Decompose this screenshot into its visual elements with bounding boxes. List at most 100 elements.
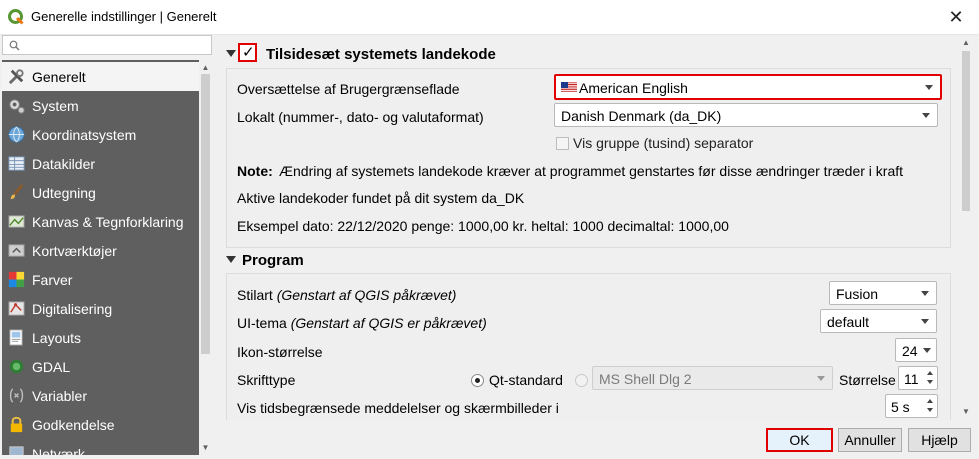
theme-label: UI-tema (Genstart af QGIS er påkrævet) bbox=[237, 315, 487, 331]
sidebar-item-label: Generelt bbox=[32, 69, 86, 85]
icon-size-combo[interactable]: 24 bbox=[895, 338, 937, 362]
palette-icon bbox=[8, 271, 25, 288]
sidebar-item-godkendelse[interactable]: Godkendelse bbox=[2, 410, 199, 439]
sidebar-item-label: Udtegning bbox=[32, 185, 96, 201]
sidebar-item-label: Netværk bbox=[32, 446, 85, 455]
program-section-header[interactable]: Program bbox=[220, 245, 958, 275]
canvas-icon bbox=[8, 215, 25, 228]
us-flag-icon bbox=[561, 82, 577, 93]
group-separator-label: Vis gruppe (tusind) separator bbox=[573, 135, 754, 151]
translation-value: American English bbox=[579, 80, 688, 96]
sidebar-item-koordinatsystem[interactable]: Koordinatsystem bbox=[2, 120, 199, 149]
sidebar-item-generelt[interactable]: Generelt bbox=[2, 62, 199, 91]
custom-font-radio[interactable] bbox=[575, 374, 588, 387]
globe-icon bbox=[8, 126, 25, 143]
font-family-value: MS Shell Dlg 2 bbox=[599, 371, 692, 387]
sidebar-item-layouts[interactable]: Layouts bbox=[2, 323, 199, 352]
sidebar-scrollbar[interactable]: ▲ ▼ bbox=[199, 60, 212, 455]
sidebar-item-datakilder[interactable]: Datakilder bbox=[2, 149, 199, 178]
sidebar-item-farver[interactable]: Farver bbox=[2, 265, 199, 294]
active-locales-text: Aktive landekoder fundet på dit system d… bbox=[237, 190, 525, 206]
search-box[interactable] bbox=[2, 35, 212, 55]
spin-up-icon[interactable] bbox=[925, 368, 936, 378]
timeout-label: Vis tidsbegrænsede meddelelser og skærmb… bbox=[237, 400, 559, 416]
sidebar-item-label: Variabler bbox=[32, 388, 87, 404]
sidebar-item-variabler[interactable]: Variabler bbox=[2, 381, 199, 410]
sidebar-scroll-thumb[interactable] bbox=[201, 74, 210, 354]
font-label: Skrifttype bbox=[237, 372, 296, 388]
sidebar-item-kortvaerktoejer[interactable]: Kortværktøjer bbox=[2, 236, 199, 265]
ok-button[interactable]: OK bbox=[766, 428, 833, 452]
font-size-label: Størrelse bbox=[839, 372, 896, 388]
help-button[interactable]: Hjælp bbox=[908, 428, 971, 452]
scroll-down-arrow-icon[interactable]: ▼ bbox=[200, 442, 211, 453]
spin-up-icon[interactable] bbox=[925, 396, 936, 406]
sidebar-item-digitalisering[interactable]: Digitalisering bbox=[2, 294, 199, 323]
sidebar-item-label: Kanvas & Tegnforklaring bbox=[32, 214, 184, 230]
font-size-value: 11 bbox=[904, 371, 919, 387]
translation-combo[interactable]: American English bbox=[554, 74, 942, 100]
timeout-value: 5 s bbox=[891, 399, 910, 415]
sidebar-item-label: System bbox=[32, 98, 79, 114]
section-title: Tilsidesæt systemets landekode bbox=[266, 46, 496, 63]
style-combo[interactable]: Fusion bbox=[829, 281, 937, 305]
spin-down-icon[interactable] bbox=[925, 378, 936, 388]
timeout-spinbox[interactable]: 5 s bbox=[885, 394, 938, 418]
theme-hint: (Genstart af QGIS er påkrævet) bbox=[290, 315, 487, 331]
main-scroll-thumb[interactable] bbox=[962, 51, 970, 211]
lock-icon bbox=[10, 416, 23, 433]
style-label-text: Stilart bbox=[237, 287, 273, 303]
style-label: Stilart (Genstart af QGIS påkrævet) bbox=[237, 287, 456, 303]
group-separator-checkbox[interactable] bbox=[556, 137, 569, 150]
qt-standard-radio[interactable] bbox=[471, 374, 484, 387]
override-locale-checkbox[interactable]: ✓ bbox=[238, 43, 257, 62]
dropdown-arrow-icon bbox=[817, 376, 825, 381]
locale-value: Danish Denmark (da_DK) bbox=[561, 108, 722, 124]
sidebar-item-label: Koordinatsystem bbox=[32, 127, 137, 143]
locale-label: Lokalt (nummer-, dato- og valutaformat) bbox=[237, 109, 484, 125]
font-family-combo[interactable]: MS Shell Dlg 2 bbox=[592, 366, 833, 390]
qgis-logo-icon bbox=[8, 9, 24, 25]
sidebar: Generelt System Koordinatsystem Datakild… bbox=[2, 60, 199, 455]
scroll-down-arrow-icon[interactable]: ▼ bbox=[961, 407, 971, 417]
style-value: Fusion bbox=[836, 286, 879, 302]
sidebar-item-kanvas[interactable]: Kanvas & Tegnforklaring bbox=[2, 207, 199, 236]
example-format-text: Eksempel dato: 22/12/2020 penge: 1000,00… bbox=[237, 218, 729, 234]
dropdown-arrow-icon bbox=[925, 85, 933, 90]
icon-size-value: 24 bbox=[902, 343, 918, 359]
sidebar-item-netvaerk[interactable]: Netværk bbox=[2, 439, 199, 455]
variables-icon bbox=[9, 388, 24, 403]
title-bar: Generelle indstillinger | Generelt ✕ bbox=[0, 0, 979, 35]
scroll-up-arrow-icon[interactable]: ▲ bbox=[200, 62, 211, 73]
digitize-icon bbox=[8, 301, 25, 316]
sidebar-item-label: Datakilder bbox=[32, 156, 96, 172]
style-hint: (Genstart af QGIS påkrævet) bbox=[276, 287, 457, 303]
locale-combo[interactable]: Danish Denmark (da_DK) bbox=[554, 103, 938, 127]
settings-content: ✓ Tilsidesæt systemets landekode Oversæt… bbox=[220, 35, 958, 420]
theme-combo[interactable]: default bbox=[820, 309, 937, 333]
program-panel: Stilart (Genstart af QGIS påkrævet) Fusi… bbox=[226, 273, 951, 420]
main-scrollbar[interactable]: ▲ ▼ bbox=[958, 35, 974, 420]
network-icon bbox=[9, 446, 24, 455]
sidebar-item-system[interactable]: System bbox=[2, 91, 199, 120]
gears-icon bbox=[9, 99, 25, 114]
sidebar-item-udtegning[interactable]: Udtegning bbox=[2, 178, 199, 207]
cancel-button[interactable]: Annuller bbox=[838, 428, 902, 452]
search-input[interactable] bbox=[23, 37, 208, 53]
spin-down-icon[interactable] bbox=[925, 406, 936, 416]
sidebar-item-label: GDAL bbox=[32, 359, 71, 375]
section-title: Program bbox=[242, 252, 304, 269]
translation-label: Oversættelse af Brugergrænseflade bbox=[237, 81, 460, 97]
close-button[interactable]: ✕ bbox=[941, 4, 971, 30]
font-size-spinbox[interactable]: 11 bbox=[898, 366, 938, 390]
checkmark-icon: ✓ bbox=[242, 44, 255, 61]
icon-size-label: Ikon-størrelse bbox=[237, 344, 323, 360]
search-icon bbox=[9, 40, 20, 51]
locale-section-header[interactable]: ✓ Tilsidesæt systemets landekode bbox=[220, 39, 958, 69]
sidebar-item-gdal[interactable]: GDAL bbox=[2, 352, 199, 381]
note-bold-label: Note: bbox=[237, 163, 273, 179]
table-icon bbox=[8, 156, 25, 171]
collapse-arrow-icon[interactable] bbox=[226, 256, 236, 263]
scroll-up-arrow-icon[interactable]: ▲ bbox=[961, 38, 971, 48]
collapse-arrow-icon[interactable] bbox=[226, 50, 236, 57]
